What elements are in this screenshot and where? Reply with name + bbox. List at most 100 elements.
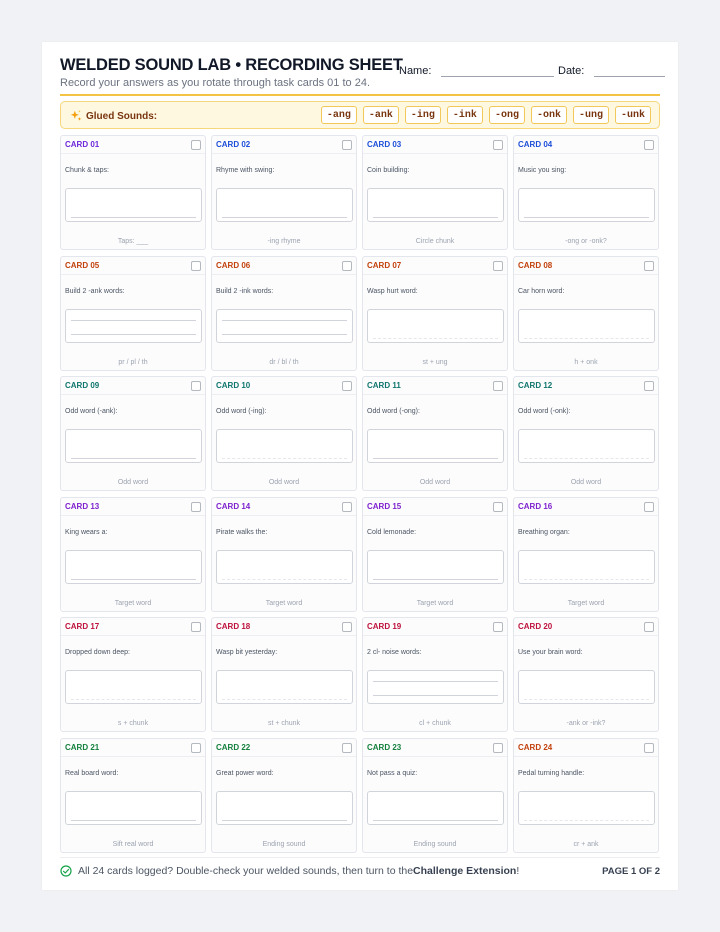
card-hint: Odd word: [570, 479, 602, 486]
answer-box[interactable]: [518, 429, 655, 463]
answer-box[interactable]: [216, 188, 353, 222]
card-checkbox[interactable]: [644, 260, 654, 271]
answer-box[interactable]: [65, 790, 202, 825]
task-card: CARD 21 Real board word: Sift real word: [60, 737, 206, 853]
answer-box[interactable]: [65, 549, 202, 584]
answer-box[interactable]: [518, 308, 655, 343]
card-label: CARD 16: [518, 501, 553, 511]
card-checkbox[interactable]: [493, 501, 503, 512]
answer-box[interactable]: [216, 670, 353, 704]
card-checkbox[interactable]: [342, 622, 352, 632]
card-label: CARD 02: [216, 140, 251, 149]
date-field[interactable]: Date:: [558, 65, 666, 77]
answer-box[interactable]: [216, 549, 353, 584]
card-checkbox[interactable]: [342, 742, 352, 753]
card-checkbox[interactable]: [191, 501, 201, 512]
card-checkbox[interactable]: [493, 381, 503, 391]
card-checkbox[interactable]: [644, 381, 654, 391]
task-card: CARD 01 Chunk & taps: Taps: ___: [60, 135, 206, 250]
answer-box[interactable]: [367, 670, 504, 704]
card-checkbox[interactable]: [493, 622, 503, 632]
card-checkbox[interactable]: [644, 140, 654, 150]
writing-guide: [373, 337, 498, 339]
answer-box[interactable]: [216, 308, 353, 343]
card-header: CARD 13: [61, 498, 205, 516]
card-label: CARD 03: [367, 140, 402, 149]
card-checkbox[interactable]: [191, 622, 201, 632]
answer-box[interactable]: [367, 308, 504, 343]
date-line[interactable]: [594, 68, 666, 77]
answer-box[interactable]: [65, 188, 202, 222]
card-prompt: 2 cl- noise words:: [367, 649, 422, 656]
answer-box[interactable]: [367, 790, 504, 825]
card-checkbox[interactable]: [342, 140, 352, 150]
card-checkbox[interactable]: [342, 260, 352, 271]
card-label: CARD 21: [65, 742, 100, 752]
card-checkbox[interactable]: [493, 742, 503, 753]
card-prompt: Pedal turning handle:: [518, 769, 585, 777]
writing-line: [222, 217, 347, 218]
task-card: CARD 13 King wears a: Target word: [60, 496, 206, 612]
writing-line: [71, 819, 196, 821]
card-header: CARD 08: [514, 257, 658, 275]
answer-box[interactable]: [65, 670, 202, 704]
answer-box[interactable]: [367, 429, 504, 463]
card-header: CARD 14: [212, 498, 356, 516]
card-checkbox[interactable]: [191, 381, 201, 391]
task-card: CARD 20 Use your brain word: -ank or -ink?: [513, 617, 659, 732]
card-hint: -ing rhyme: [267, 238, 301, 245]
glued-sound-chip: -onk: [530, 106, 567, 124]
card-checkbox[interactable]: [191, 140, 201, 150]
card-hint: Odd word: [268, 479, 300, 486]
card-hint: dr / bl / th: [269, 358, 299, 366]
task-card: CARD 19 2 cl- noise words: cl + chunk: [362, 617, 508, 732]
card-label: CARD 05: [65, 260, 100, 270]
card-prompt: Great power word:: [216, 769, 274, 777]
answer-box[interactable]: [518, 670, 655, 704]
writing-guide: [222, 578, 347, 580]
card-prompt: Wasp bit yesterday:: [216, 649, 278, 656]
card-checkbox[interactable]: [191, 260, 201, 271]
task-card: CARD 12 Odd word (-onk): Odd word: [513, 376, 659, 491]
task-card: CARD 06 Build 2 -ink words: dr / bl / th: [211, 255, 357, 371]
answer-box[interactable]: [367, 188, 504, 222]
card-prompt: Real board word:: [65, 769, 119, 777]
task-card: CARD 23 Not pass a quiz: Ending sound: [362, 737, 508, 853]
card-checkbox[interactable]: [342, 381, 352, 391]
card-header: CARD 18: [212, 618, 356, 636]
card-checkbox[interactable]: [644, 622, 654, 632]
card-checkbox[interactable]: [644, 742, 654, 753]
answer-box[interactable]: [216, 790, 353, 825]
name-line[interactable]: [441, 68, 555, 77]
writing-guide: [524, 458, 649, 459]
card-hint: Ending sound: [413, 840, 457, 848]
task-card: CARD 17 Dropped down deep: s + chunk: [60, 617, 206, 732]
writing-guide: [222, 699, 347, 700]
task-card: CARD 02 Rhyme with swing: -ing rhyme: [211, 135, 357, 250]
card-checkbox[interactable]: [191, 742, 201, 753]
date-label: Date:: [558, 65, 585, 77]
answer-box[interactable]: [65, 308, 202, 343]
name-field[interactable]: Name:: [399, 65, 555, 77]
answer-box[interactable]: [367, 549, 504, 584]
task-card: CARD 16 Breathing organ: Target word: [513, 496, 659, 612]
card-checkbox[interactable]: [342, 501, 352, 512]
answer-box[interactable]: [216, 429, 353, 463]
card-label: CARD 19: [367, 622, 402, 631]
card-header: CARD 06: [212, 257, 356, 275]
card-label: CARD 12: [518, 381, 553, 390]
task-card: CARD 10 Odd word (-ing): Odd word: [211, 376, 357, 491]
answer-box[interactable]: [518, 188, 655, 222]
card-checkbox[interactable]: [644, 501, 654, 512]
answer-box[interactable]: [65, 429, 202, 463]
footer-divider: [60, 857, 660, 858]
answer-box[interactable]: [518, 790, 655, 825]
task-card: CARD 22 Great power word: Ending sound: [211, 737, 357, 853]
answer-box[interactable]: [518, 549, 655, 584]
card-hint: Taps: ___: [117, 238, 149, 245]
writing-guide: [71, 699, 196, 700]
card-hint: -ank or -ink?: [566, 720, 606, 727]
writing-line: [222, 819, 347, 821]
card-checkbox[interactable]: [493, 260, 503, 271]
card-checkbox[interactable]: [493, 140, 503, 150]
